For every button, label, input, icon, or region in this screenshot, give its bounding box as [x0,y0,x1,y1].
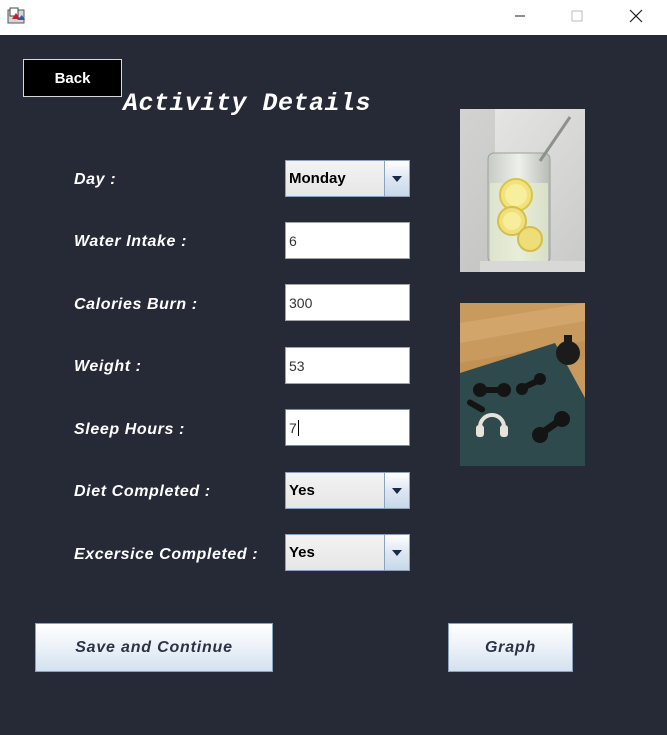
save-and-continue-button[interactable]: Save and Continue [35,623,273,672]
java-app-icon [7,7,27,25]
minimize-icon [515,15,525,17]
fitness-gear-photo [460,303,585,466]
exercise-completed-select[interactable]: Yes [285,534,410,571]
weight-input[interactable]: 53 [285,347,410,384]
page-title: Activity Details [123,89,372,118]
lemon-water-photo [460,109,585,272]
graph-button[interactable]: Graph [448,623,573,672]
sleep-hours-value: 7 [289,419,297,436]
window-titlebar [0,0,667,35]
sleep-hours-label: Sleep Hours : [74,421,185,438]
calories-burn-label: Calories Burn : [74,296,198,313]
water-intake-input[interactable]: 6 [285,222,410,259]
exercise-completed-label: Excersice Completed : [74,546,259,563]
day-dropdown-arrow[interactable] [384,161,409,196]
close-icon [629,9,643,23]
exercise-dropdown-arrow[interactable] [384,535,409,570]
chevron-down-icon [392,175,402,182]
weight-label: Weight : [74,358,142,375]
activity-panel: Back Activity Details Day : Monday Water… [0,35,667,735]
water-intake-label: Water Intake : [74,233,188,250]
chevron-down-icon [392,549,402,556]
day-select[interactable]: Monday [285,160,410,197]
diet-dropdown-arrow[interactable] [384,473,409,508]
back-button[interactable]: Back [23,59,122,97]
maximize-button[interactable] [554,0,600,32]
text-caret [297,419,299,436]
sleep-hours-input[interactable]: 7 [285,409,410,446]
maximize-icon [571,10,583,22]
diet-completed-value: Yes [286,473,384,508]
day-label: Day : [74,171,117,188]
chevron-down-icon [392,487,402,494]
exercise-completed-value: Yes [286,535,384,570]
day-select-value: Monday [286,161,384,196]
diet-completed-select[interactable]: Yes [285,472,410,509]
minimize-button[interactable] [497,0,543,32]
diet-completed-label: Diet Completed : [74,483,211,500]
close-button[interactable] [613,0,659,32]
calories-burn-input[interactable]: 300 [285,284,410,321]
